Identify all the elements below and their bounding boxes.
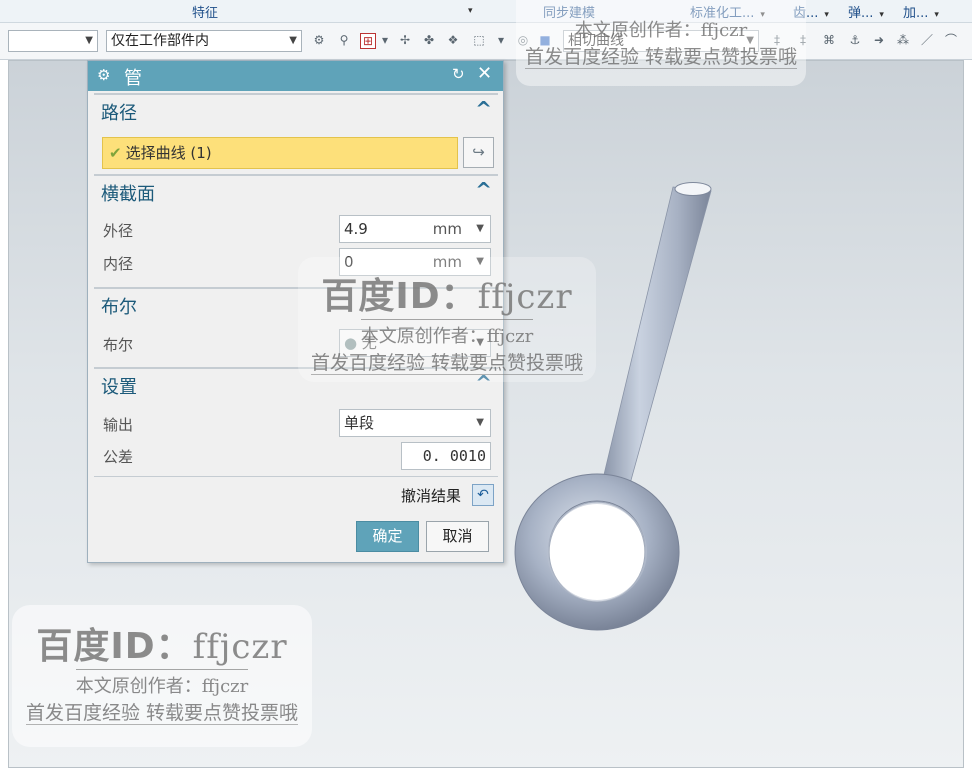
line-icon[interactable]: ／: [920, 33, 934, 47]
tube-rod: [600, 186, 712, 492]
settings-group-title: 设置: [101, 377, 137, 398]
chevron-down-icon: ▼: [289, 35, 297, 46]
chevron-down-icon[interactable]: ▼: [476, 216, 484, 242]
undo-result-label: 撤消结果: [401, 487, 462, 505]
dialog-title-bar[interactable]: ⚙ 管 ↻ ✕: [88, 61, 503, 91]
cross-section-group-title: 横截面: [101, 184, 155, 205]
chevron-down-icon: ▾: [468, 6, 473, 16]
point-snap-icon[interactable]: ✢: [398, 33, 412, 47]
follow-fillet-icon[interactable]: ⌘: [822, 33, 836, 47]
close-icon[interactable]: ✕: [477, 63, 492, 84]
chevron-down-icon[interactable]: ▼: [476, 410, 484, 436]
curve-snap-icon[interactable]: ✤: [422, 33, 436, 47]
features-icon[interactable]: ⁂: [896, 33, 910, 47]
chevron-down-icon[interactable]: ▾: [378, 33, 392, 47]
tab-spring[interactable]: 弹... ▾: [848, 2, 884, 21]
face-snap-icon[interactable]: ❖: [446, 33, 460, 47]
chevron-down-icon: ▾: [824, 10, 829, 20]
ribbon-tab-bar: 特征 ▾ 同步建模 标准化工... ▾ 齿... ▾ 弹... ▾ 加... ▾: [0, 0, 972, 23]
undo-icon[interactable]: ↶: [472, 484, 494, 506]
cancel-button[interactable]: 取消: [426, 521, 489, 552]
path-group: 路径 ^ ✔ 选择曲线 (1) ↪: [94, 93, 498, 173]
settings-group: 设置 ^ 输出 单段 ▼ 公差 0. 0010: [94, 367, 498, 477]
chevron-down-icon: ▼: [85, 35, 93, 46]
selection-scope-combo[interactable]: 仅在工作部件内 ▼: [106, 30, 302, 52]
ok-button[interactable]: 确定: [356, 521, 419, 552]
boolean-label: 布尔: [103, 336, 134, 354]
boolean-group-title: 布尔: [101, 297, 137, 318]
output-label: 输出: [103, 416, 134, 434]
check-icon: ✔: [109, 144, 122, 162]
chevron-down-icon: ▾: [879, 10, 884, 20]
watermark-bottom-left: 百度ID：ffjczr 本文原创作者：ffjczr 首发百度经验 转载要点赞投票…: [12, 605, 312, 747]
rectangle-select-icon[interactable]: ⬚: [472, 33, 486, 47]
select-box-icon[interactable]: ⊞: [360, 33, 376, 49]
chain-icon[interactable]: ⚓: [848, 33, 862, 47]
curve-selection-icon[interactable]: ↪: [463, 137, 494, 168]
chevron-down-icon: ▾: [934, 10, 939, 20]
tolerance-input[interactable]: 0. 0010: [401, 442, 491, 470]
outer-diameter-input[interactable]: 4.9 mm ▼: [339, 215, 491, 243]
inner-diameter-label: 内径: [103, 255, 134, 273]
selection-toolbar: ▼ 仅在工作部件内 ▼ ⚙ ⚲ ⊞ ▾ ✢ ✤ ❖ ⬚ ▾ ◎ ■ 相切曲线 ▼ ‡…: [0, 23, 972, 60]
arrow-right-icon[interactable]: ➜: [872, 33, 886, 47]
output-select[interactable]: 单段 ▼: [339, 409, 491, 437]
reset-icon[interactable]: ↻: [452, 65, 465, 83]
tab-machining[interactable]: 加... ▾: [903, 2, 939, 21]
dialog-title: 管: [124, 68, 142, 89]
tab-feature[interactable]: 特征: [192, 2, 218, 21]
type-filter-combo[interactable]: ▼: [8, 30, 98, 52]
page-margin: [964, 60, 972, 777]
collapse-icon[interactable]: ^: [475, 178, 492, 202]
collapse-icon[interactable]: ^: [475, 97, 492, 121]
arc-icon[interactable]: ⌒: [944, 33, 958, 47]
filter-icon[interactable]: ⚲: [337, 33, 351, 47]
tab-feature-dropdown[interactable]: ▾: [462, 2, 473, 17]
select-curve-field[interactable]: ✔ 选择曲线 (1): [102, 137, 458, 169]
tube-end-cap: [674, 182, 712, 196]
watermark-top: 本文原创作者：ffjczr 首发百度经验 转载要点赞投票哦: [516, 0, 806, 86]
gear-icon[interactable]: ⚙: [97, 66, 110, 84]
tolerance-label: 公差: [103, 448, 134, 466]
outer-diameter-label: 外径: [103, 222, 134, 240]
path-group-title: 路径: [101, 103, 137, 124]
snap-icon[interactable]: ⚙: [312, 33, 326, 47]
chevron-down-icon[interactable]: ▾: [494, 33, 508, 47]
watermark-middle: 百度ID：ffjczr 本文原创作者：ffjczr 首发百度经验 转载要点赞投票…: [298, 257, 596, 382]
